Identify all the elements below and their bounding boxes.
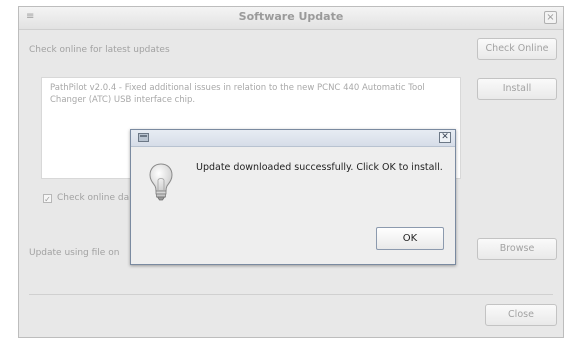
update-downloaded-dialog: ✕ Update downloaded successfully. Click … [130, 129, 456, 265]
check-online-label: Check online for latest updates [29, 45, 170, 55]
auto-check-checkbox[interactable]: ✓ [43, 194, 52, 204]
window-close-icon[interactable]: × [544, 11, 557, 24]
window-icon [138, 133, 149, 142]
dialog-message: Update downloaded successfully. Click OK… [196, 162, 443, 173]
ok-button[interactable]: OK [376, 227, 444, 250]
check-online-button[interactable]: Check Online [477, 38, 557, 60]
release-notes-text: PathPilot v2.0.4 - Fixed additional issu… [50, 83, 425, 105]
update-from-file-label: Update using file on [29, 248, 120, 258]
close-button[interactable]: Close [485, 304, 557, 326]
divider [29, 294, 553, 295]
auto-check-label: Check online da [57, 193, 130, 203]
window-titlebar: ≡ Software Update × [19, 7, 563, 30]
install-button[interactable]: Install [477, 78, 557, 100]
window-title: Software Update [238, 10, 344, 23]
dialog-close-icon[interactable]: ✕ [439, 132, 451, 143]
browse-button[interactable]: Browse [477, 238, 557, 260]
dialog-titlebar: ✕ [131, 130, 455, 147]
lightbulb-icon [149, 163, 173, 201]
